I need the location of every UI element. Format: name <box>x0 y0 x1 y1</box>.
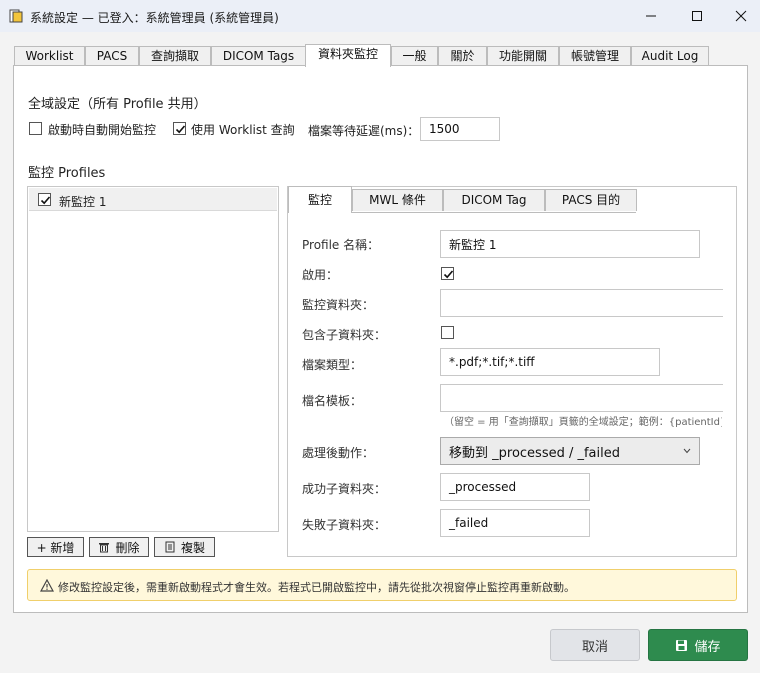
tab-folder-monitor[interactable]: 資料夾監控 <box>305 44 391 67</box>
add-button-label: + 新增 <box>36 540 75 555</box>
filetype-label: 檔案類型： <box>302 358 363 372</box>
template-input[interactable] <box>440 384 723 412</box>
checkmark-icon <box>443 270 454 279</box>
use-worklist-checkbox[interactable] <box>173 122 186 135</box>
use-worklist-label: 使用 Worklist 查詢 <box>191 123 295 137</box>
inner-tab-mwl-conditions[interactable]: MWL 條件 <box>352 189 443 211</box>
window-title: 系統設定 — 已登入：系統管理員 (系統管理員) <box>30 11 279 25</box>
dialog-footer <box>0 617 760 673</box>
template-label: 檔名模板： <box>302 394 363 408</box>
global-settings-title: 全域設定（所有 Profile 共用） <box>28 97 207 112</box>
delay-label: 檔案等待延遲(ms)： <box>308 124 420 138</box>
inner-tab-monitor[interactable]: 監控 <box>288 186 352 213</box>
enabled-checkbox[interactable] <box>441 267 454 280</box>
copy-profile-button[interactable]: 複製 <box>154 537 215 557</box>
folder-input[interactable] <box>440 289 723 317</box>
minimize-icon <box>646 15 656 17</box>
success-folder-label: 成功子資料夾： <box>302 482 387 496</box>
cancel-button-label: 取消 <box>581 639 608 655</box>
save-icon <box>676 639 688 651</box>
tab-general[interactable]: 一般 <box>391 46 438 66</box>
auto-start-label: 啟動時自動開始監控 <box>48 123 157 137</box>
filetype-input[interactable]: *.pdf;*.tif;*.tiff <box>440 348 660 376</box>
close-button[interactable] <box>718 0 760 32</box>
checkmark-icon <box>40 196 51 205</box>
copy-icon <box>165 541 175 553</box>
maximize-icon <box>692 11 702 21</box>
trash-icon <box>99 543 110 553</box>
warning-icon <box>40 579 54 592</box>
profile-name: 新監控 1 <box>59 195 107 209</box>
fail-folder-label: 失敗子資料夾： <box>302 518 387 532</box>
folder-label: 監控資料夾： <box>302 298 375 312</box>
title-bar: 系統設定 — 已登入：系統管理員 (系統管理員) <box>0 0 760 32</box>
warning-text: 修改監控設定後，需重新啟動程式才會生效。若程式已開啟監控中，請先從批次視窗停止監… <box>58 581 575 594</box>
tab-account-management[interactable]: 帳號管理 <box>559 46 631 66</box>
profiles-list: 新監控 1 <box>27 186 279 532</box>
after-action-value: 移動到 _processed / _failed <box>449 445 620 461</box>
tab-about[interactable]: 關於 <box>438 46 487 66</box>
tab-feature-toggles[interactable]: 功能開關 <box>487 46 559 66</box>
success-folder-input[interactable]: _processed <box>440 473 590 501</box>
after-action-select[interactable]: 移動到 _processed / _failed <box>440 437 700 465</box>
auto-start-checkbox[interactable] <box>29 122 42 135</box>
profile-name-label: Profile 名稱： <box>302 238 380 252</box>
fail-folder-input[interactable]: _failed <box>440 509 590 537</box>
minimize-button[interactable] <box>628 0 674 32</box>
save-button-label: 儲存 <box>694 639 721 655</box>
delay-input[interactable]: 1500 <box>420 117 500 141</box>
save-button[interactable]: 儲存 <box>648 629 748 661</box>
close-icon <box>735 10 747 22</box>
tab-audit-log[interactable]: Audit Log <box>631 46 709 66</box>
list-item[interactable]: 新監控 1 <box>29 188 277 211</box>
checkmark-icon <box>175 125 186 134</box>
delete-button-label: 刪除 <box>115 540 140 555</box>
chevron-down-icon <box>683 448 691 454</box>
cancel-button[interactable]: 取消 <box>550 629 640 661</box>
subfolders-checkbox[interactable] <box>441 326 454 339</box>
profile-name-input[interactable]: 新監控 1 <box>440 230 700 258</box>
after-action-label: 處理後動作： <box>302 446 375 460</box>
tab-query-retrieve[interactable]: 查詢擷取 <box>139 46 211 66</box>
inner-tab-pacs-destination[interactable]: PACS 目的 <box>545 189 637 211</box>
tab-dicom-tags[interactable]: DICOM Tags <box>211 46 306 66</box>
tab-worklist[interactable]: Worklist <box>14 46 85 66</box>
add-profile-button[interactable]: + 新增 <box>27 537 84 557</box>
subfolders-label: 包含子資料夾： <box>302 328 387 342</box>
enabled-label: 啟用： <box>302 268 339 282</box>
copy-button-label: 複製 <box>180 540 205 555</box>
profile-enabled-checkbox[interactable] <box>38 193 51 206</box>
tab-pacs[interactable]: PACS <box>85 46 139 66</box>
app-icon <box>9 9 23 23</box>
template-hint: （留空 = 用「查詢擷取」頁籤的全域設定；範例：{patientId}_{acc… <box>444 417 722 428</box>
inner-tab-dicom-tag[interactable]: DICOM Tag <box>443 189 545 211</box>
maximize-button[interactable] <box>674 0 720 32</box>
warning-banner: 修改監控設定後，需重新啟動程式才會生效。若程式已開啟監控中，請先從批次視窗停止監… <box>27 569 737 601</box>
profiles-title: 監控 Profiles <box>28 166 106 181</box>
delete-profile-button[interactable]: 刪除 <box>89 537 149 557</box>
